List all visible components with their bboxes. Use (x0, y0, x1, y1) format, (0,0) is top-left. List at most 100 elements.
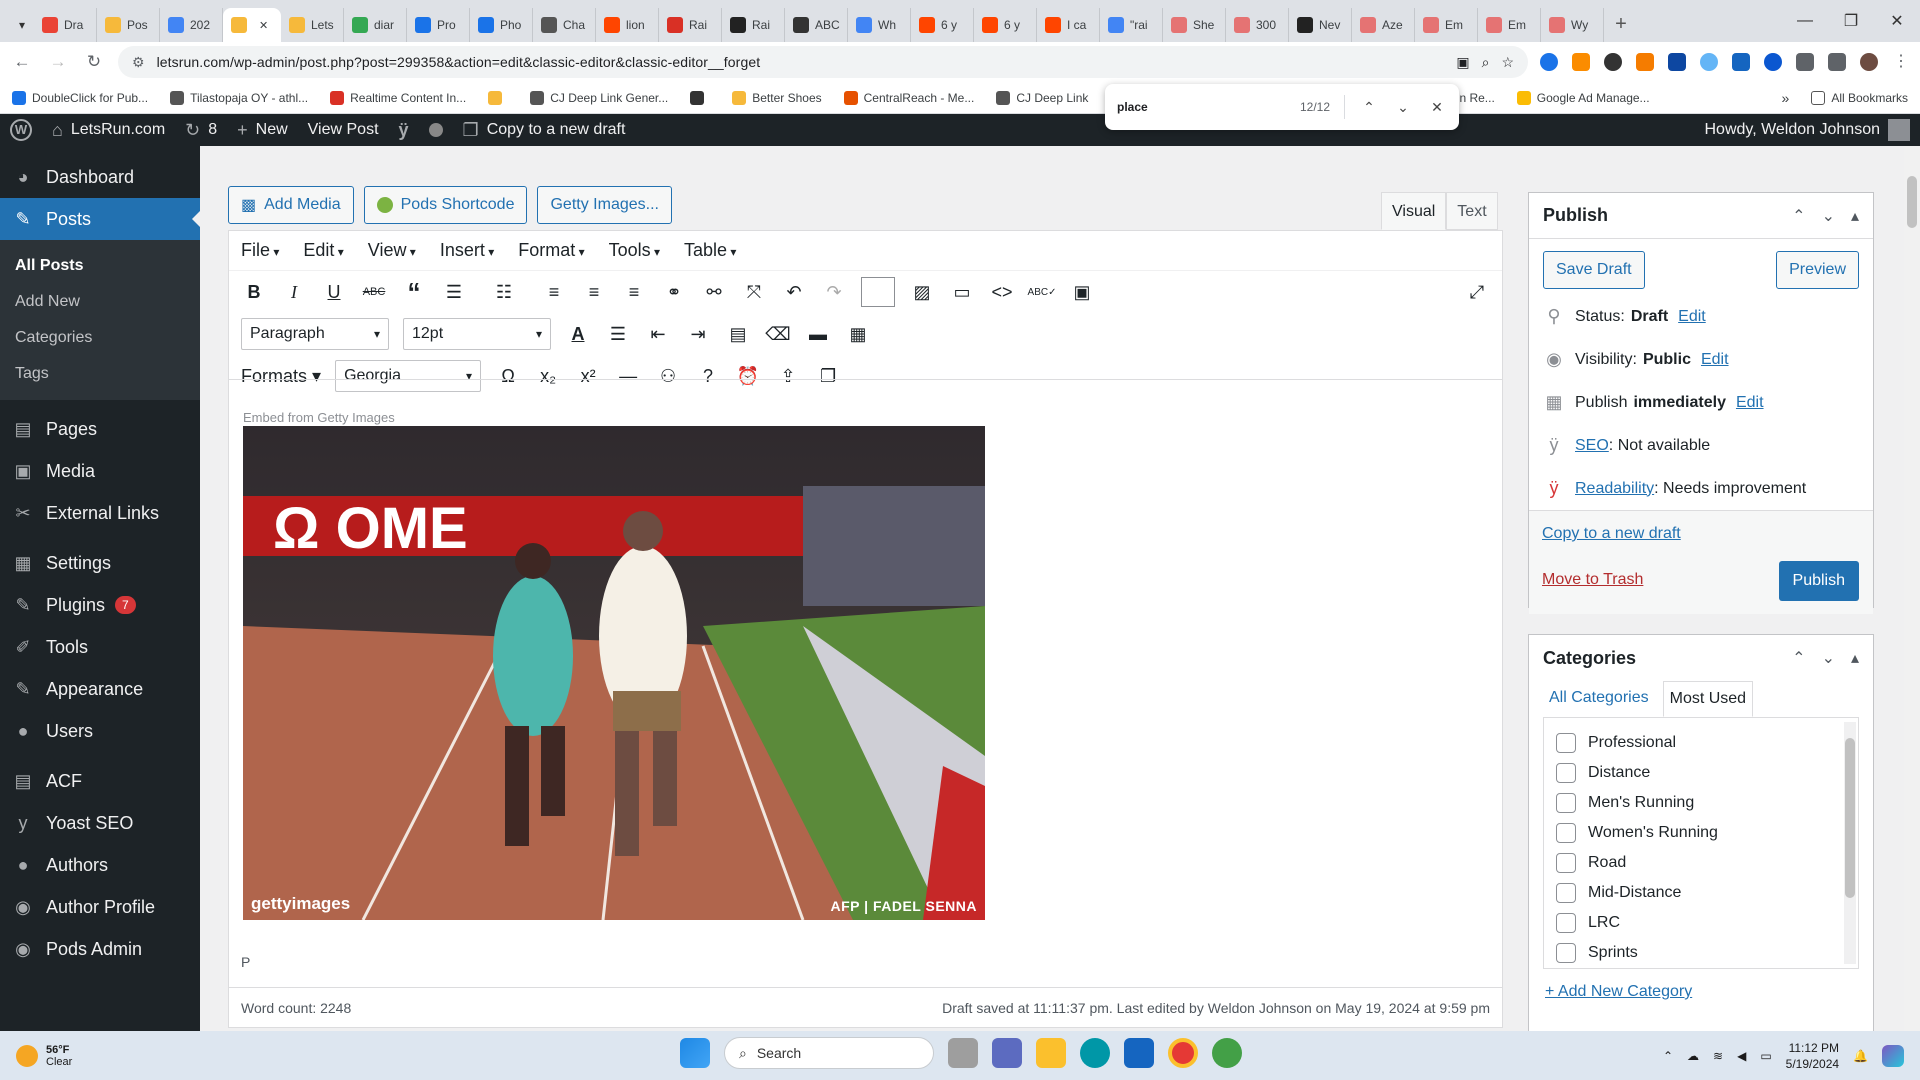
sidebar-item-posts[interactable]: ✎ Posts (0, 198, 200, 240)
browser-tab[interactable]: Dra (34, 8, 97, 42)
font-size-select[interactable]: 12pt (403, 318, 551, 350)
code-icon[interactable]: <> (989, 279, 1015, 305)
browser-tab[interactable]: Rai (722, 8, 785, 42)
find-previous-button[interactable]: ⌃ (1359, 99, 1379, 116)
move-up-icon[interactable]: ⌃ (1792, 648, 1805, 668)
edit-visibility-link[interactable]: Edit (1701, 351, 1729, 369)
toggle-panel-icon[interactable]: ▴ (1851, 206, 1859, 226)
add-new-category-link[interactable]: + Add New Category (1545, 983, 1692, 1000)
weather-widget[interactable]: 56°F Clear (0, 1044, 72, 1068)
browser-tab[interactable]: 6 y (974, 8, 1037, 42)
pods-shortcode-button[interactable]: Pods Shortcode (363, 186, 528, 224)
view-post-link[interactable]: View Post (298, 114, 389, 146)
sidebar-item-tools[interactable]: ✐ Tools (0, 626, 200, 668)
copy-to-draft-link[interactable]: Copy to a new draft (1542, 525, 1681, 543)
move-to-trash-link[interactable]: Move to Trash (1542, 571, 1643, 589)
minimize-window-button[interactable]: — (1782, 12, 1828, 30)
back-icon[interactable]: ← (10, 52, 34, 72)
browser-tab[interactable]: Lets (281, 8, 344, 42)
battery-icon[interactable]: ▭ (1760, 1049, 1771, 1063)
browser-tab[interactable]: diar (344, 8, 407, 42)
reading-list-icon[interactable] (1828, 53, 1846, 71)
bookmark-item[interactable]: CentralReach - Me... (843, 90, 974, 105)
seo-score-dot[interactable] (419, 114, 453, 146)
category-checkbox[interactable] (1556, 913, 1576, 933)
category-checkbox[interactable] (1556, 823, 1576, 843)
updates-link[interactable]: ↻ 8 (175, 114, 227, 146)
menu-dots-icon[interactable]: ⋮ (1892, 53, 1910, 71)
bookmark-item[interactable]: CJ Deep Link Gener... (530, 90, 668, 105)
howdy-user-menu[interactable]: Howdy, Weldon Johnson (1704, 119, 1920, 141)
link-icon[interactable]: ⚭ (661, 279, 687, 305)
sidebar-item-settings[interactable]: ▦ Settings (0, 542, 200, 584)
browser-tab[interactable]: I ca (1037, 8, 1100, 42)
tab-all-categories[interactable]: All Categories (1543, 681, 1655, 717)
toggle-panel-icon[interactable]: ▴ (1851, 648, 1859, 668)
indent-icon[interactable]: ⇥ (685, 321, 711, 347)
extension-icon[interactable] (1540, 53, 1558, 71)
extension-icon[interactable] (1764, 53, 1782, 71)
start-icon[interactable] (680, 1038, 710, 1068)
close-window-button[interactable]: ✕ (1874, 11, 1920, 31)
clear-format-icon[interactable]: ⌫ (765, 321, 791, 347)
wifi-icon[interactable]: ≋ (1713, 1049, 1723, 1063)
bold-icon[interactable]: B (241, 279, 267, 305)
numbered-list-icon[interactable]: ☷ (491, 279, 517, 305)
category-checkbox[interactable] (1556, 883, 1576, 903)
browser-tab[interactable]: Wy (1541, 8, 1604, 42)
sidebar-item-author-profile[interactable]: ◉ Author Profile (0, 886, 200, 928)
volume-icon[interactable]: ◀ (1737, 1049, 1746, 1063)
redo-icon[interactable]: ↷ (821, 279, 847, 305)
browser-tab[interactable]: lion (596, 8, 659, 42)
category-scrollbar[interactable] (1844, 722, 1856, 964)
blockquote-icon[interactable]: “ (401, 277, 427, 307)
bookmark-item[interactable]: Better Shoes (732, 90, 822, 105)
sidebar-item-appearance[interactable]: ✎ Appearance (0, 668, 200, 710)
move-down-icon[interactable]: ⌄ (1822, 648, 1835, 668)
browser-tab[interactable]: Nev (1289, 8, 1352, 42)
more-bookmarks-icon[interactable]: » (1782, 90, 1790, 106)
bookmark-item[interactable] (488, 90, 508, 105)
find-in-page-icon[interactable]: ▣ (1456, 54, 1469, 71)
find-input[interactable]: place (1117, 100, 1286, 114)
browser-tab[interactable]: Rai (659, 8, 722, 42)
placeholder-image-icon[interactable]: ▣ (1069, 279, 1095, 305)
bookmark-star-icon[interactable]: ☆ (1501, 54, 1514, 71)
menu-insert[interactable]: Insert (440, 240, 494, 261)
menu-tools[interactable]: Tools (609, 240, 660, 261)
extension-icon[interactable] (1700, 53, 1718, 71)
menu-format[interactable]: Format (518, 240, 584, 261)
justify-icon[interactable]: ☰ (605, 321, 631, 347)
task-view-icon[interactable] (948, 1038, 978, 1068)
sidebar-item-plugins[interactable]: ✎ Plugins 7 (0, 584, 200, 626)
omnibox[interactable]: ⚙ letsrun.com/wp-admin/post.php?post=299… (118, 46, 1528, 78)
move-down-icon[interactable]: ⌄ (1822, 206, 1835, 226)
site-name-link[interactable]: ⌂ LetsRun.com (42, 114, 175, 146)
fullwidth-icon[interactable]: ⤧ (741, 279, 767, 305)
save-draft-button[interactable]: Save Draft (1543, 251, 1645, 289)
bookmark-item[interactable]: CJ Deep Link (996, 90, 1088, 105)
category-checkbox[interactable] (1556, 943, 1576, 963)
publish-button[interactable]: Publish (1778, 561, 1859, 601)
menu-file[interactable]: File (241, 240, 279, 261)
extension-icon[interactable] (1636, 53, 1654, 71)
bookmark-item[interactable]: Realtime Content In... (330, 90, 466, 105)
edge-icon[interactable] (1080, 1038, 1110, 1068)
sidebar-item-yoast-seo[interactable]: y Yoast SEO (0, 802, 200, 844)
menu-view[interactable]: View (368, 240, 416, 261)
avatar[interactable] (1860, 53, 1878, 71)
menu-edit[interactable]: Edit (303, 240, 343, 261)
copilot-icon[interactable] (1882, 1044, 1904, 1067)
browser-tab[interactable]: Em (1415, 8, 1478, 42)
category-checkbox[interactable] (1556, 763, 1576, 783)
new-tab-button[interactable]: + (1604, 8, 1638, 42)
media-embed-icon[interactable]: ▭ (949, 279, 975, 305)
tab-visual[interactable]: Visual (1381, 192, 1447, 230)
page-scrollbar[interactable] (1904, 146, 1920, 1031)
submenu-item-all-posts[interactable]: All Posts (0, 248, 200, 284)
puzzle-icon[interactable] (1796, 53, 1814, 71)
category-checkbox[interactable] (1556, 793, 1576, 813)
italic-icon[interactable]: I (281, 279, 307, 305)
bookmark-item[interactable]: DoubleClick for Pub... (12, 90, 148, 105)
browser-tab[interactable]: Cha (533, 8, 596, 42)
